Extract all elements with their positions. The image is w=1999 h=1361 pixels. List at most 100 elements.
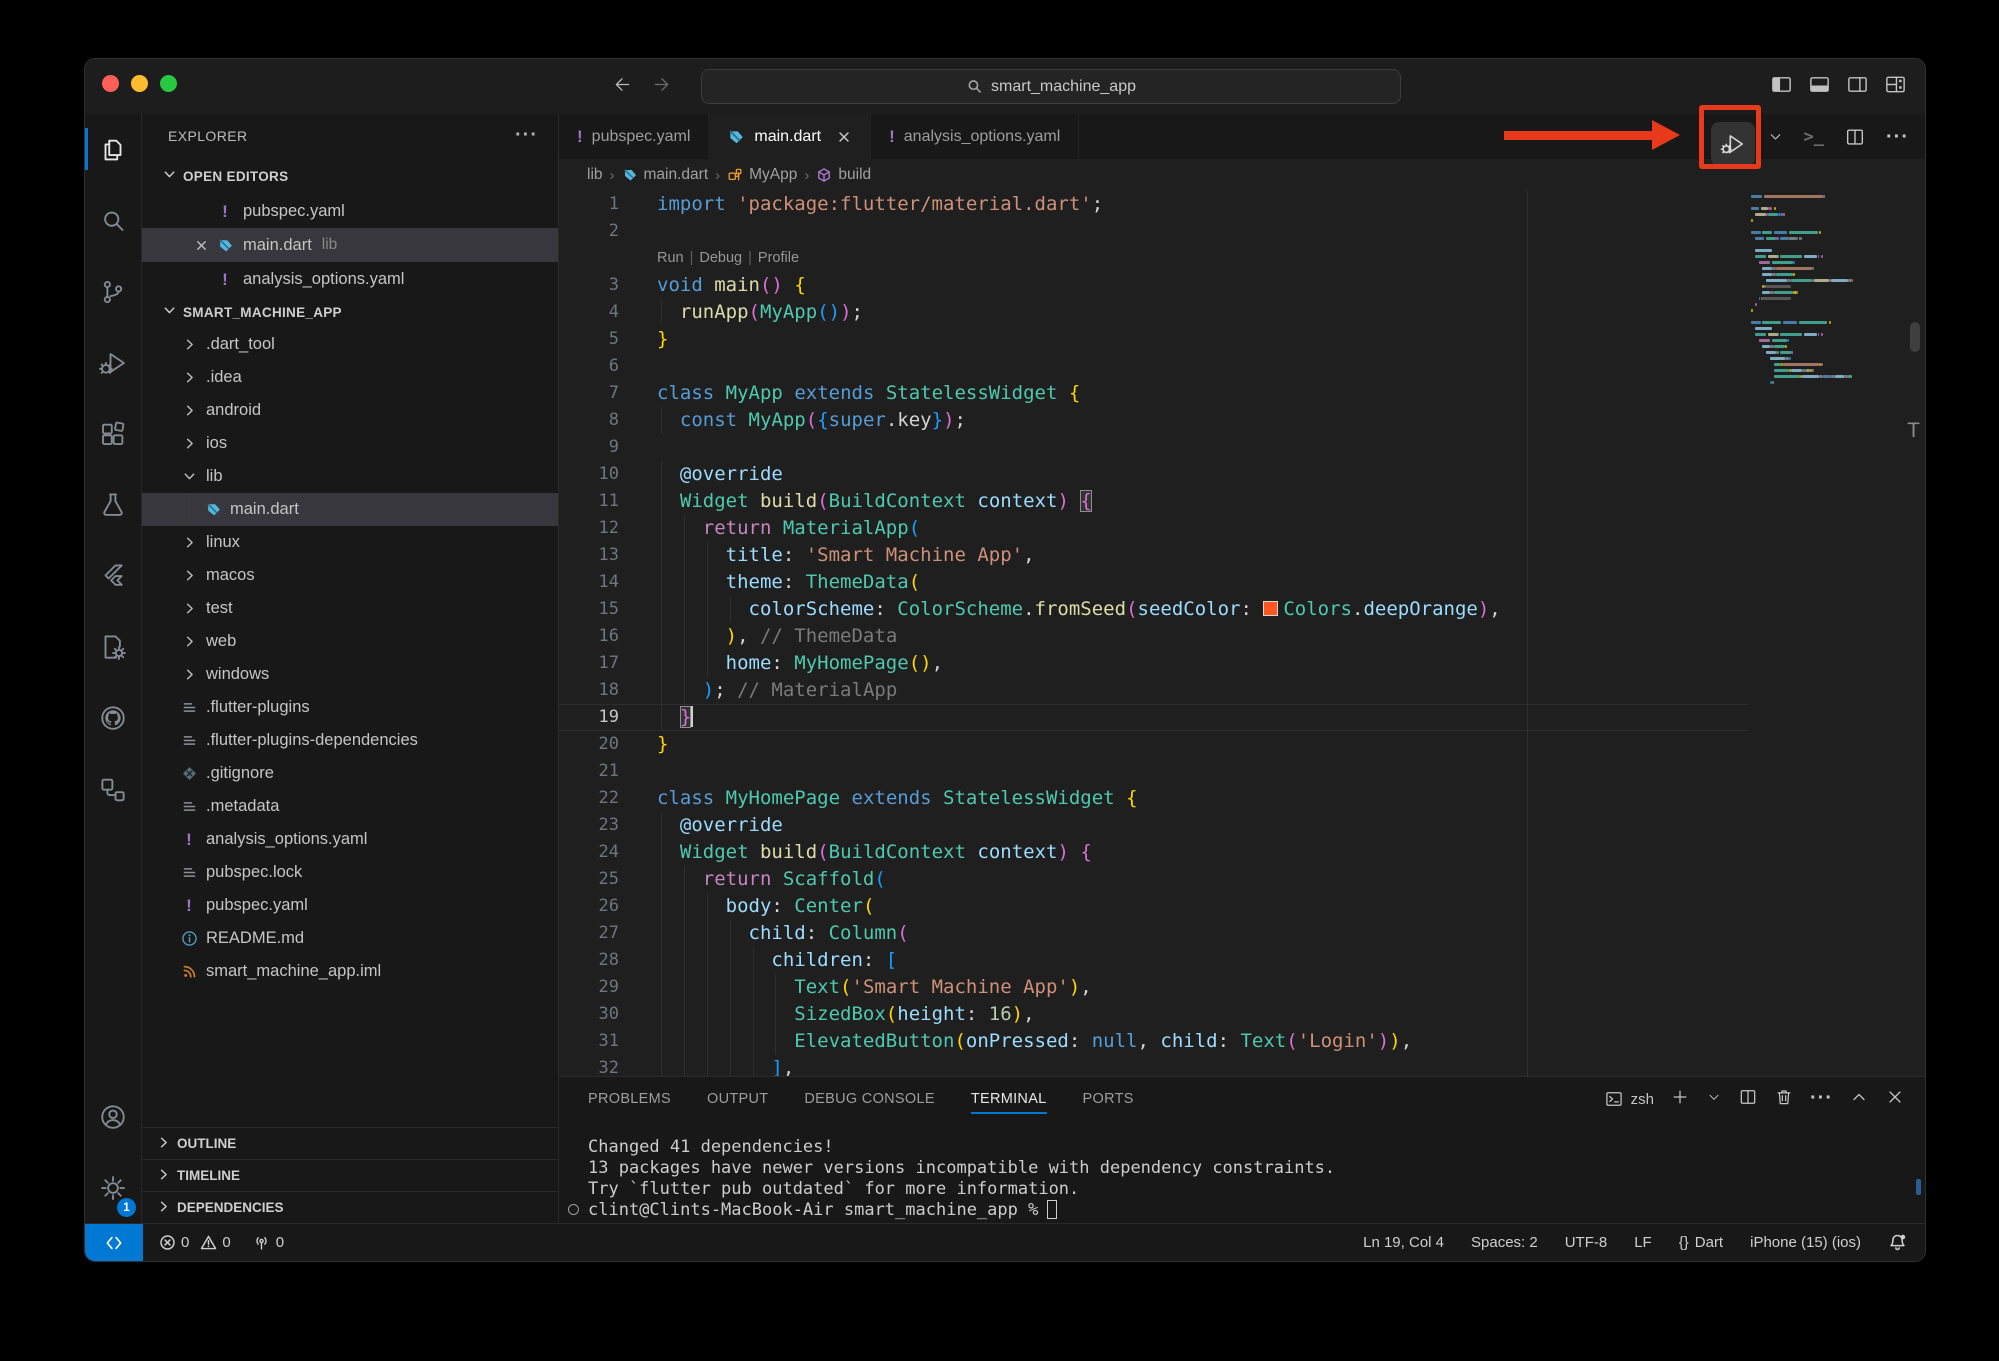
- open-editors-header[interactable]: OPEN EDITORS: [142, 158, 558, 194]
- panel-tab-ports[interactable]: PORTS: [1083, 1077, 1134, 1121]
- activity-item-explorer[interactable]: [85, 114, 141, 185]
- eol[interactable]: LF: [1634, 1234, 1652, 1251]
- run-options-chevron[interactable]: [1767, 128, 1784, 145]
- customize-layout-icon[interactable]: [1884, 73, 1907, 101]
- activity-item-flutter[interactable]: [85, 540, 141, 611]
- terminal-scrollbar[interactable]: [1916, 1179, 1921, 1195]
- encoding[interactable]: UTF-8: [1565, 1234, 1608, 1251]
- code-line-content: @override: [657, 461, 1925, 488]
- command-center-search[interactable]: smart_machine_app: [701, 69, 1401, 104]
- arrow-right-icon[interactable]: [651, 74, 672, 100]
- maximize-panel-icon[interactable]: [1849, 1087, 1869, 1111]
- tab-analysis_options.yaml[interactable]: !analysis_options.yaml: [871, 114, 1079, 159]
- new-terminal-icon[interactable]: [1670, 1087, 1690, 1111]
- terminal-more-icon[interactable]: ···: [1810, 1091, 1833, 1108]
- activity-item-accounts[interactable]: [85, 1081, 141, 1152]
- run-or-debug-button[interactable]: [1711, 122, 1755, 166]
- remote-indicator[interactable]: [85, 1224, 143, 1261]
- tree-file-.metadata[interactable]: .metadata: [142, 790, 558, 823]
- activity-item-testing[interactable]: [85, 469, 141, 540]
- tab-pubspec.yaml[interactable]: !pubspec.yaml: [559, 114, 709, 159]
- tree-file-.flutter-plugins[interactable]: .flutter-plugins: [142, 691, 558, 724]
- tree-folder-macos[interactable]: macos: [142, 559, 558, 592]
- flutter-device[interactable]: iPhone (15) (ios): [1750, 1234, 1861, 1251]
- minimize-button[interactable]: [131, 75, 148, 92]
- terminal[interactable]: Changed 41 dependencies!13 packages have…: [559, 1121, 1925, 1221]
- split-terminal-icon[interactable]: [1738, 1087, 1758, 1111]
- tree-folder-windows[interactable]: windows: [142, 658, 558, 691]
- codelens-debug-link[interactable]: Debug: [699, 250, 742, 266]
- tree-folder-.dart_tool[interactable]: .dart_tool: [142, 328, 558, 361]
- tree-file-pubspec.lock[interactable]: pubspec.lock: [142, 856, 558, 889]
- minimap[interactable]: [1748, 191, 1857, 1076]
- terminal-prompt-line[interactable]: clint@Clints-MacBook-Air smart_machine_a…: [588, 1200, 1925, 1221]
- tree-folder-ios[interactable]: ios: [142, 427, 558, 460]
- tab-main.dart[interactable]: main.dart: [709, 114, 871, 159]
- ports-status[interactable]: 0: [253, 1234, 284, 1251]
- indentation[interactable]: Spaces: 2: [1471, 1234, 1538, 1251]
- tree-folder-linux[interactable]: linux: [142, 526, 558, 559]
- breadcrumb-item-MyApp[interactable]: MyApp: [727, 166, 797, 184]
- panel-tab-output[interactable]: OUTPUT: [707, 1077, 768, 1121]
- tree-file-.flutter-plugins-dependencies[interactable]: .flutter-plugins-dependencies: [142, 724, 558, 757]
- kill-terminal-icon[interactable]: [1774, 1087, 1794, 1111]
- project-section-header[interactable]: SMART_MACHINE_APP: [142, 296, 558, 328]
- minimap-line: [1759, 339, 1770, 342]
- editor-scrollbar[interactable]: [1910, 322, 1920, 352]
- tree-folder-.idea[interactable]: .idea: [142, 361, 558, 394]
- terminal-run-icon[interactable]: >_: [1804, 127, 1824, 147]
- toggle-panel-icon[interactable]: [1808, 73, 1831, 101]
- activity-item-settings[interactable]: 1: [85, 1152, 141, 1223]
- activity-item-remote-explorer[interactable]: [85, 753, 141, 824]
- zoom-button[interactable]: [160, 75, 177, 92]
- activity-item-search[interactable]: [85, 185, 141, 256]
- section-timeline[interactable]: TIMELINE: [142, 1159, 558, 1191]
- close-panel-icon[interactable]: [1885, 1087, 1905, 1111]
- tree-file-pubspec.yaml[interactable]: !pubspec.yaml: [142, 889, 558, 922]
- close-tab-icon[interactable]: [836, 129, 852, 145]
- tree-file-analysis_options.yaml[interactable]: !analysis_options.yaml: [142, 823, 558, 856]
- open-editor-item[interactable]: !analysis_options.yaml: [142, 262, 558, 296]
- tree-folder-android[interactable]: android: [142, 394, 558, 427]
- tree-folder-test[interactable]: test: [142, 592, 558, 625]
- chevron-right-icon: [178, 667, 200, 682]
- activity-item-extensions[interactable]: [85, 398, 141, 469]
- breadcrumb-item-main.dart[interactable]: main.dart: [622, 166, 709, 184]
- terminal-profile-chevron[interactable]: [1706, 1089, 1722, 1109]
- notifications-bell-icon[interactable]: [1888, 1233, 1907, 1252]
- tree-file-.gitignore[interactable]: .gitignore: [142, 757, 558, 790]
- language-mode[interactable]: {} Dart: [1679, 1234, 1723, 1251]
- code-editor[interactable]: 1import 'package:flutter/material.dart';…: [559, 191, 1925, 1076]
- toggle-secondary-sidebar-icon[interactable]: [1846, 73, 1869, 101]
- minimap-line: [1780, 255, 1803, 258]
- activity-item-project[interactable]: [85, 611, 141, 682]
- arrow-left-icon[interactable]: [612, 74, 633, 100]
- activity-item-github[interactable]: [85, 682, 141, 753]
- close-editor-icon[interactable]: [188, 238, 214, 253]
- codelens-profile-link[interactable]: Profile: [758, 250, 799, 266]
- split-editor-icon[interactable]: [1844, 126, 1866, 148]
- cursor-position[interactable]: Ln 19, Col 4: [1363, 1234, 1444, 1251]
- open-editor-item[interactable]: main.dartlib: [142, 228, 558, 262]
- section-dependencies[interactable]: DEPENDENCIES: [142, 1191, 558, 1223]
- tree-folder-web[interactable]: web: [142, 625, 558, 658]
- codelens-run-link[interactable]: Run: [657, 250, 684, 266]
- toggle-primary-sidebar-icon[interactable]: [1770, 73, 1793, 101]
- problems-status[interactable]: 00: [159, 1234, 231, 1251]
- tree-file-smart_machine_app.iml[interactable]: smart_machine_app.iml: [142, 955, 558, 988]
- tree-file-main.dart[interactable]: main.dart: [142, 493, 558, 526]
- breadcrumb-item-build[interactable]: build: [816, 166, 871, 184]
- close-button[interactable]: [102, 75, 119, 92]
- terminal-shell-label[interactable]: zsh: [1604, 1089, 1654, 1109]
- activity-item-run-and-debug[interactable]: [85, 327, 141, 398]
- breadcrumb-item-lib[interactable]: lib: [587, 166, 603, 184]
- tree-folder-lib[interactable]: lib: [142, 460, 558, 493]
- panel-tab-problems[interactable]: PROBLEMS: [588, 1077, 671, 1121]
- explorer-more-actions-icon[interactable]: ···: [515, 128, 538, 144]
- panel-tab-debug-console[interactable]: DEBUG CONSOLE: [804, 1077, 934, 1121]
- panel-tab-terminal[interactable]: TERMINAL: [971, 1077, 1047, 1121]
- tree-file-README.md[interactable]: README.md: [142, 922, 558, 955]
- section-outline[interactable]: OUTLINE: [142, 1127, 558, 1159]
- activity-item-source-control[interactable]: [85, 256, 141, 327]
- open-editor-item[interactable]: !pubspec.yaml: [142, 194, 558, 228]
